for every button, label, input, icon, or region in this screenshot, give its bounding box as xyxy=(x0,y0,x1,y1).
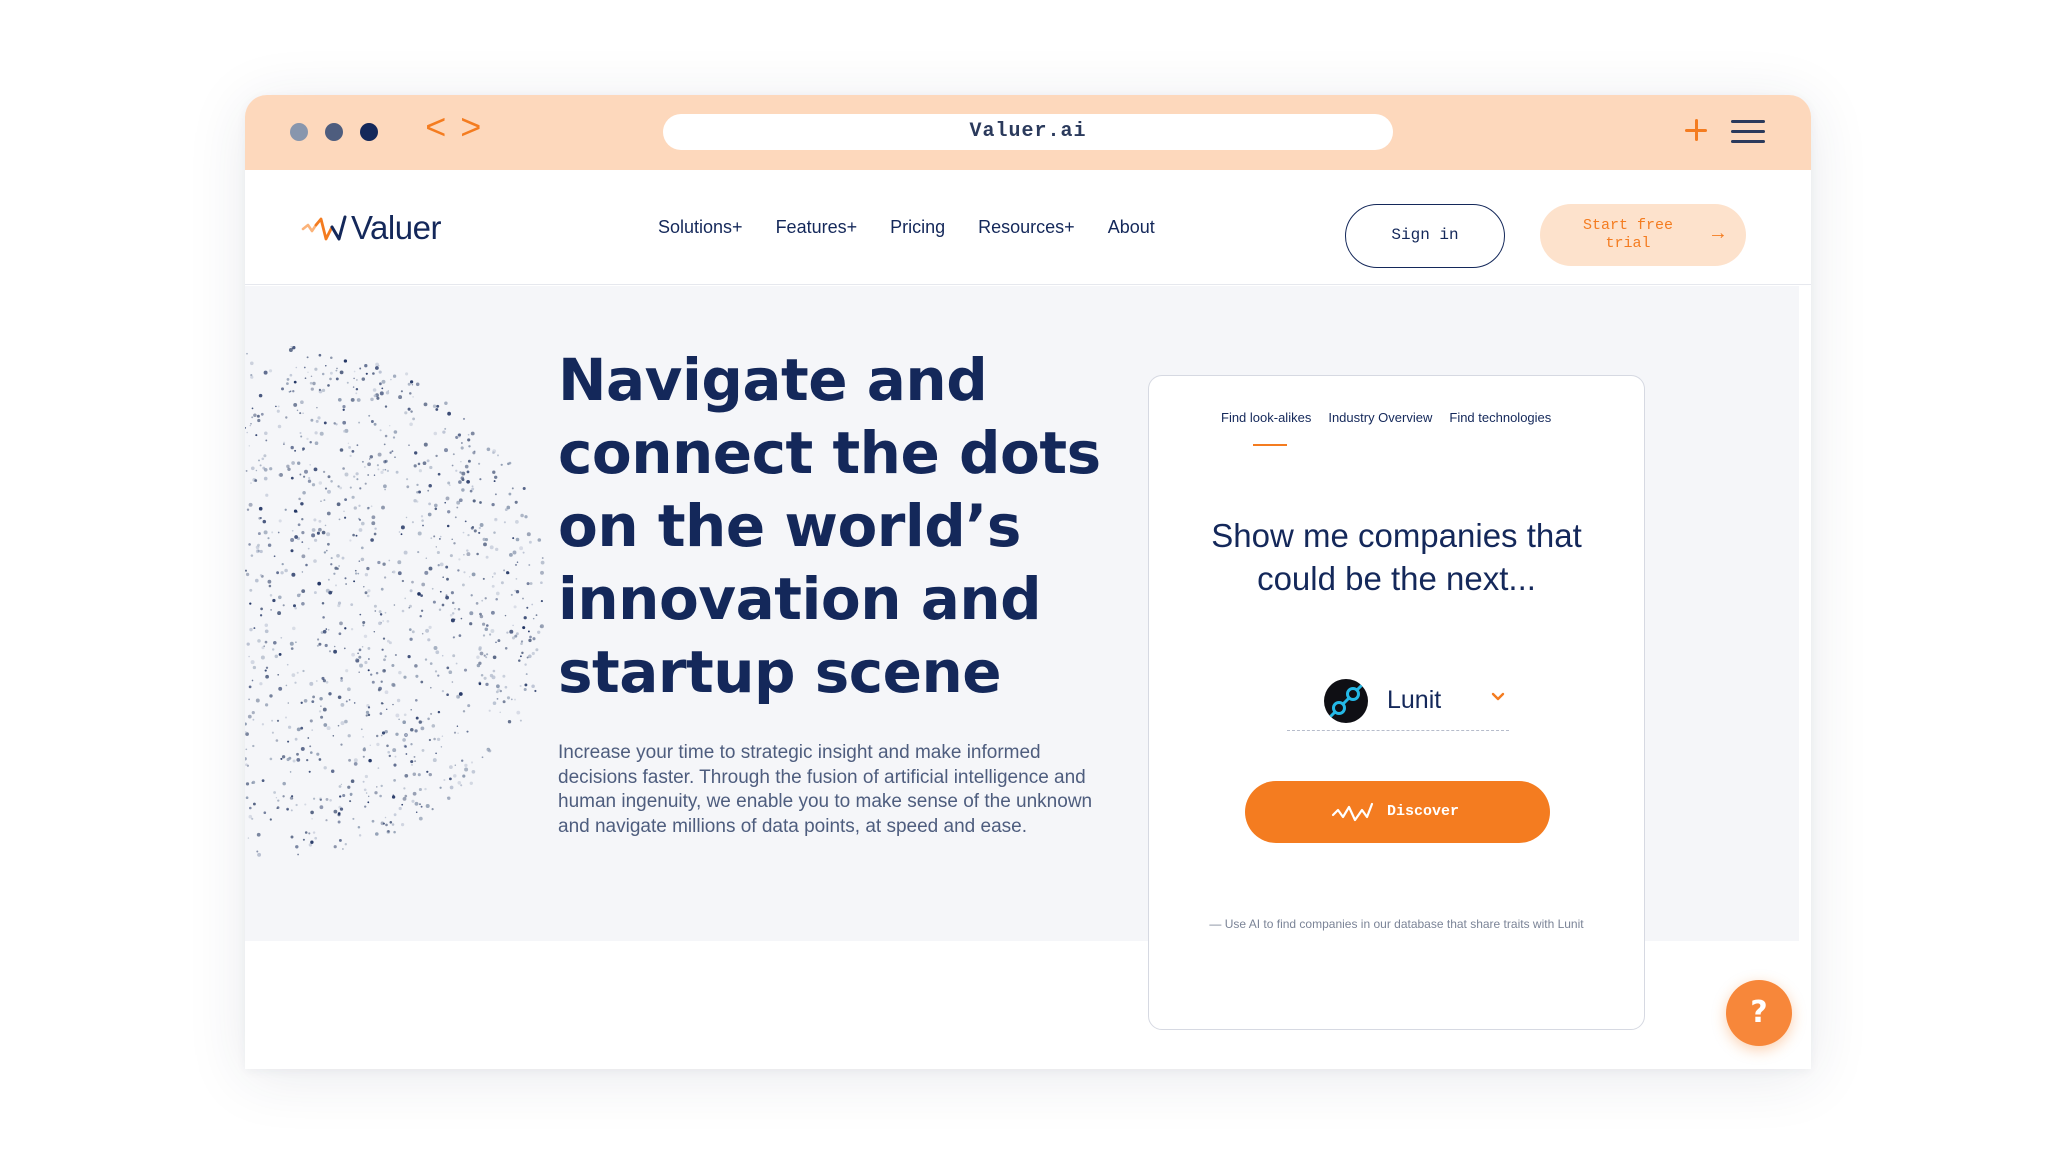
trial-label: Start free trial xyxy=(1582,217,1673,252)
nav-pricing[interactable]: Pricing xyxy=(890,213,945,241)
chevron-down-icon[interactable] xyxy=(1490,689,1506,705)
tab-find-look-alikes[interactable]: Find look-alikes xyxy=(1221,410,1311,426)
sign-in-button[interactable]: Sign in xyxy=(1345,204,1505,268)
arrow-right-icon: → xyxy=(1712,223,1725,246)
search-card: Find look-alikes Industry Overview Find … xyxy=(1148,375,1645,1030)
nav-about[interactable]: About xyxy=(1108,213,1155,241)
browser-toolbar: < > Valuer.ai xyxy=(245,95,1811,170)
discover-label: Discover xyxy=(1387,803,1460,820)
valuer-logo[interactable]: Valuer xyxy=(301,209,441,246)
tab-find-technologies[interactable]: Find technologies xyxy=(1449,410,1551,426)
logo-text: Valuer xyxy=(351,209,441,246)
address-bar[interactable]: Valuer.ai xyxy=(663,114,1393,150)
plus-icon[interactable] xyxy=(1681,115,1713,147)
window-control-dot[interactable] xyxy=(290,123,308,141)
back-arrow-icon[interactable]: < xyxy=(425,108,447,152)
window-control-dot[interactable] xyxy=(360,123,378,141)
help-button[interactable]: ? xyxy=(1726,980,1792,1046)
forward-arrow-icon[interactable]: > xyxy=(460,108,482,152)
card-note: — Use AI to find companies in our databa… xyxy=(1209,917,1584,931)
company-logo-icon xyxy=(1324,679,1368,723)
nav-solutions[interactable]: Solutions+ xyxy=(658,213,743,241)
site-header: Valuer Solutions+ Features+ Pricing Reso… xyxy=(245,170,1811,285)
hero-description: Increase your time to strategic insight … xyxy=(558,742,1093,837)
main-nav: Solutions+ Features+ Pricing Resources+ … xyxy=(658,213,1188,241)
wave-icon xyxy=(1331,802,1374,822)
nav-features[interactable]: Features+ xyxy=(776,213,858,241)
nav-resources[interactable]: Resources+ xyxy=(978,213,1075,241)
start-free-trial-button[interactable]: Start free trial → xyxy=(1540,204,1746,266)
valuer-wave-icon xyxy=(301,215,347,241)
browser-window: < > Valuer.ai Valuer Solutions+ Features… xyxy=(245,95,1811,1069)
discover-button[interactable]: Discover xyxy=(1245,781,1550,843)
tab-industry-overview[interactable]: Industry Overview xyxy=(1328,410,1432,426)
selected-company-name: Lunit xyxy=(1387,686,1442,714)
company-select[interactable]: Lunit xyxy=(1287,675,1509,731)
card-heading: Show me companies that could be the next… xyxy=(1211,517,1582,597)
window-control-dot[interactable] xyxy=(325,123,343,141)
card-tabs: Find look-alikes Industry Overview Find … xyxy=(1221,410,1568,426)
active-tab-indicator xyxy=(1253,444,1287,446)
hero-title: Navigate and connect the dots on the wor… xyxy=(558,346,1101,706)
dot-cloud-illustration xyxy=(245,346,545,857)
hamburger-menu-icon[interactable] xyxy=(1731,120,1765,144)
